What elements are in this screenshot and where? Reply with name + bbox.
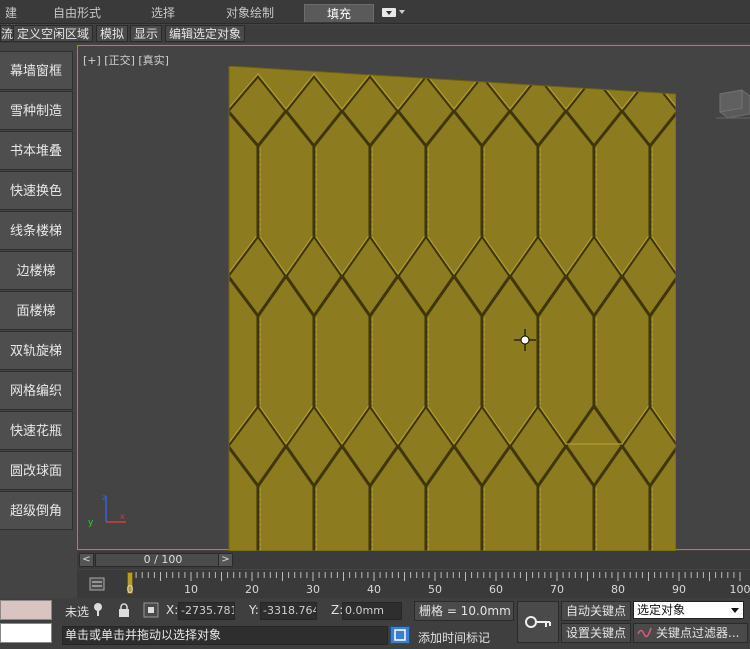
z-coord-field[interactable]: 0.0mm [342,602,402,620]
ribbon-tabs: 建模 自由形式 选择 对象绘制 填充 [0,0,750,38]
snow-maker-button[interactable]: 雪种制造 [0,91,73,130]
key-filters-button[interactable]: 关键点过滤器... [633,623,748,643]
isolate-icon[interactable] [92,602,104,618]
script-tool-panel: 幕墙窗框 雪种制造 书本堆叠 快速换色 线条楼梯 边楼梯 面楼梯 双轨旋梯 网格… [0,46,74,550]
super-chamfer-button[interactable]: 超级倒角 [0,491,73,530]
tab-object-paint[interactable]: 对象绘制 [214,4,286,22]
ruler-tick-label: 40 [367,583,381,596]
key-filters-label: 关键点过滤器... [656,626,740,640]
curtain-wall-frame-button[interactable]: 幕墙窗框 [0,51,73,90]
svg-text:z: z [102,493,106,502]
quick-vase-button[interactable]: 快速花瓶 [0,411,73,450]
time-slider-thumb[interactable]: 0 / 100 [95,553,231,567]
edit-selected-button[interactable]: 编辑选定对象 [165,25,246,42]
viewport-label[interactable]: [+] [正交] [真实] [83,52,169,68]
tab-selection[interactable]: 选择 [138,4,188,22]
add-time-tag-button[interactable]: 添加时间标记 [418,629,490,646]
lock-icon[interactable] [118,603,130,617]
book-stack-button[interactable]: 书本堆叠 [0,131,73,170]
grid-size-display: 栅格 = 10.0mm [414,601,514,621]
ruler-tick-label: 10 [184,583,198,596]
key-selection-set-dropdown[interactable]: 选定对象 [633,601,744,619]
window-crossing-icon [394,629,406,641]
ruler-tick-label: 20 [245,583,259,596]
x-coord-label: X: [166,603,179,617]
selection-lock-toggle[interactable] [390,626,410,644]
y-coord-field[interactable]: -3318.764r [260,602,317,620]
ruler-tick-label: 60 [489,583,503,596]
chevron-down-icon [731,608,739,613]
move-cursor-icon [514,329,536,351]
ruler-tick-label: 90 [672,583,686,596]
ruler-tick-label: 30 [306,583,320,596]
define-idle-area-button[interactable]: 定义空闲区域 [13,25,94,42]
line-stairs-button[interactable]: 线条楼梯 [0,211,73,250]
maxscript-listener-white[interactable] [0,623,52,643]
chevron-down-icon [399,10,405,14]
ribbon-options-dropdown[interactable] [380,6,408,20]
tab-modeling[interactable]: 建模 [0,4,22,38]
set-key-mode-button[interactable]: 设置关键点 [561,623,631,643]
flow-button[interactable]: 流 [0,25,13,42]
prompt-line: 单击或单击并拖动以选择对象 [62,626,388,645]
ruler-tick-label: 50 [428,583,442,596]
axis-tripod-icon: z y x [88,493,126,528]
front-viewport[interactable]: [+] [正交] [真实] z y x [77,45,750,551]
x-coord-field[interactable]: -2735.781r [178,602,235,620]
track-bar[interactable]: 0 10 20 30 40 50 60 70 80 90 100 [77,570,750,598]
key-selection-set-value: 选定对象 [637,603,686,617]
y-coord-label: Y: [249,603,259,617]
maxscript-listener-pink[interactable] [0,600,52,620]
ribbon-options-icon [382,8,396,17]
status-bar: 未选 X: -2735.781r Y: -3318.764r Z: 0.0mm … [0,598,750,649]
next-frame-button[interactable]: > [218,553,233,567]
ruler-tick-label: 0 [126,583,134,596]
curve-editor-icon[interactable] [89,576,105,592]
face-stairs-button[interactable]: 面楼梯 [0,291,73,330]
absolute-mode-icon[interactable] [143,602,159,618]
previous-frame-button[interactable]: < [79,553,94,567]
double-spiral-stairs-button[interactable]: 双轨旋梯 [0,331,73,370]
auto-key-button[interactable]: 自动关键点 [561,601,631,621]
key-filter-curve-icon [637,627,652,638]
selection-count-label: 未选 [65,605,90,619]
svg-text:y: y [88,518,94,528]
edge-stairs-button[interactable]: 边楼梯 [0,251,73,290]
ruler-tick-label: 100 [729,583,750,596]
mesh-weave-button[interactable]: 网格编织 [0,371,73,410]
ruler-tick-label: 80 [611,583,625,596]
display-button[interactable]: 显示 [130,25,163,42]
populate-toolbar: 流 定义空闲区域 模拟 显示 编辑选定对象 [0,25,750,43]
quick-color-button[interactable]: 快速换色 [0,171,73,210]
svg-text:x: x [120,512,125,521]
simulate-button[interactable]: 模拟 [96,25,129,42]
tab-freeform[interactable]: 自由形式 [42,4,112,22]
viewcube-icon[interactable] [716,86,750,122]
key-icon [525,616,551,628]
time-slider: < 0 / 100 > [77,551,750,569]
round-to-sphere-button[interactable]: 圆改球面 [0,451,73,490]
lattice-fence-object[interactable] [228,66,676,551]
tab-populate[interactable]: 填充 [304,4,374,22]
ruler-tick-label: 70 [550,583,564,596]
ruler-labels: 0 10 20 30 40 50 60 70 80 90 100 [126,570,750,598]
set-key-button[interactable] [517,601,559,643]
